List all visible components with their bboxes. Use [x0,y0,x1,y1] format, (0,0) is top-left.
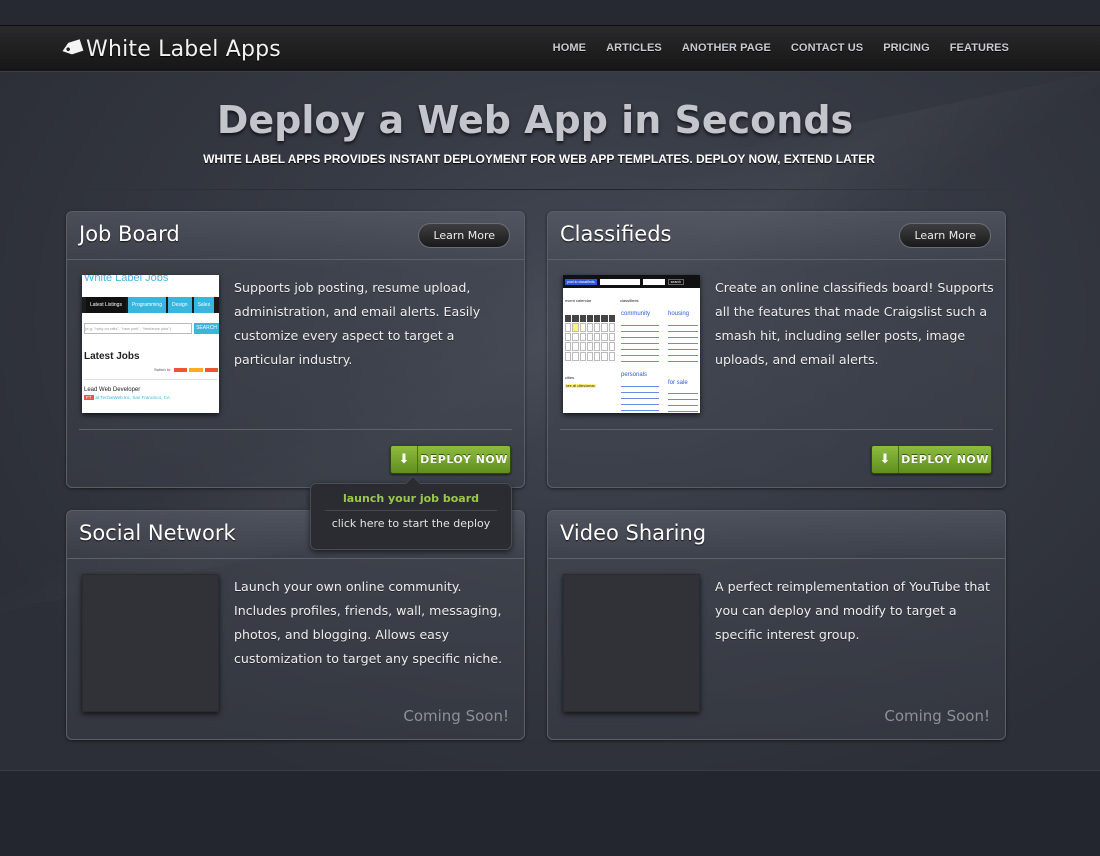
deploy-label: DEPLOY NOW [901,453,989,466]
thumb-brand: White Label Jobs [84,275,169,284]
card-description: Supports job posting, resume upload, adm… [234,280,481,367]
thumb-links-3 [621,383,659,411]
thumb-calendar [565,315,615,361]
placeholder-thumbnail [82,574,219,712]
thumb-cities: cities [565,375,575,380]
thumb-tab: Programming [127,297,166,313]
card-video-sharing: Video Sharing A perfect reimplementation… [547,510,1006,740]
thumb-housing: housing [668,311,690,317]
thumb-badges [174,368,218,372]
main-content: Deploy a Web App in Seconds WHITE LABEL … [0,72,1100,770]
thumb-post-button: post to classifieds [565,278,597,285]
coming-soon-label: Coming Soon! [403,707,509,725]
coming-soon-label: Coming Soon! [884,707,990,725]
deploy-now-button[interactable]: ⬇ DEPLOY NOW [390,445,511,474]
thumb-tab: Design [167,297,192,313]
thumb-links-1 [621,322,659,362]
thumb-links-4 [668,390,698,412]
thumb-tabs: Latest Listings Programming Design Sales [82,297,219,313]
deploy-tooltip: launch your job board click here to star… [310,476,512,550]
card-title: Social Network [79,521,236,545]
download-arrow-icon: ⬇ [872,446,899,473]
thumb-topbar: post to classifieds search [563,275,700,288]
card-description: A perfect reimplementation of YouTube th… [715,579,990,642]
deploy-now-button[interactable]: ⬇ DEPLOY NOW [871,445,992,474]
hero-subtitle: WHITE LABEL APPS PROVIDES INSTANT DEPLOY… [203,152,875,166]
card-title: Job Board [79,222,180,246]
nav-articles[interactable]: ARTICLES [606,42,662,54]
learn-more-button[interactable]: Learn More [899,223,991,248]
nav-features[interactable]: FEATURES [950,42,1009,54]
card-header: Video Sharing [548,511,1005,559]
learn-more-button[interactable]: Learn More [418,223,510,248]
nav-another-page[interactable]: ANOTHER PAGE [682,42,771,54]
download-arrow-icon: ⬇ [391,446,418,473]
thumb-col-title: classifieds [620,298,639,303]
thumb-personals: personals [621,372,648,378]
hero-divider [60,189,1040,190]
thumb-sort: Switch to: [154,367,172,372]
thumb-company-text: at TechieWeb Inc, San Francisco, CA [95,395,170,400]
thumb-search-button: SEARCH [194,323,219,334]
footer-divider [0,770,1100,771]
thumb-links-2 [668,322,698,362]
card-title: Classifieds [560,222,672,246]
top-strip [0,0,1100,25]
thumb-heading: Latest Jobs [84,351,140,362]
nav-pricing[interactable]: PRICING [883,42,930,54]
job-board-thumbnail[interactable]: White Label Jobs Latest Listings Program… [82,275,219,413]
thumb-job-title: Lead Web Developer [84,387,141,393]
thumb-see-all: see all cities/areas [565,384,596,388]
hero-title: Deploy a Web App in Seconds [216,98,854,142]
tag-icon [62,39,84,55]
tooltip-divider [325,510,497,511]
navbar: White Label Apps HOME ARTICLES ANOTHER P… [0,25,1100,72]
thumb-search-button: search [667,278,685,285]
classifieds-thumbnail[interactable]: post to classifieds search event calenda… [563,275,700,413]
tooltip-title: launch your job board [342,492,480,505]
thumb-tab: Sales [193,297,215,313]
card-description: Launch your own online community. Includ… [234,579,503,666]
card-title: Video Sharing [560,521,707,545]
thumb-forsale: for sale [668,380,688,386]
main-nav: HOME ARTICLES ANOTHER PAGE CONTACT US PR… [553,42,1009,54]
card-header: Classifieds Learn More [548,212,1005,260]
nav-contact-us[interactable]: CONTACT US [791,42,863,54]
card-divider [79,429,512,430]
card-job-board: Job Board Learn More White Label Jobs La… [66,211,525,488]
logo[interactable]: White Label Apps [60,35,281,63]
tooltip-body: click here to start the deploy [331,517,491,530]
card-classifieds: Classifieds Learn More post to classifie… [547,211,1006,488]
thumb-cal-title: event calendar [565,298,592,303]
thumb-job-company: FT at TechieWeb Inc, San Francisco, CA [84,395,170,400]
deploy-label: DEPLOY NOW [420,453,508,466]
thumb-divider [84,379,217,380]
card-description: Create an online classifieds board! Supp… [715,280,994,367]
card-divider [560,429,993,430]
card-header: Job Board Learn More [67,212,524,260]
thumb-search: (e.g. "ruby on rails", "new york", "free… [84,323,192,334]
thumb-tab: Latest Listings [86,297,126,313]
logo-text: White Label Apps [86,36,281,62]
nav-home[interactable]: HOME [553,42,586,54]
thumb-community: community [621,311,651,317]
placeholder-thumbnail [563,574,700,712]
